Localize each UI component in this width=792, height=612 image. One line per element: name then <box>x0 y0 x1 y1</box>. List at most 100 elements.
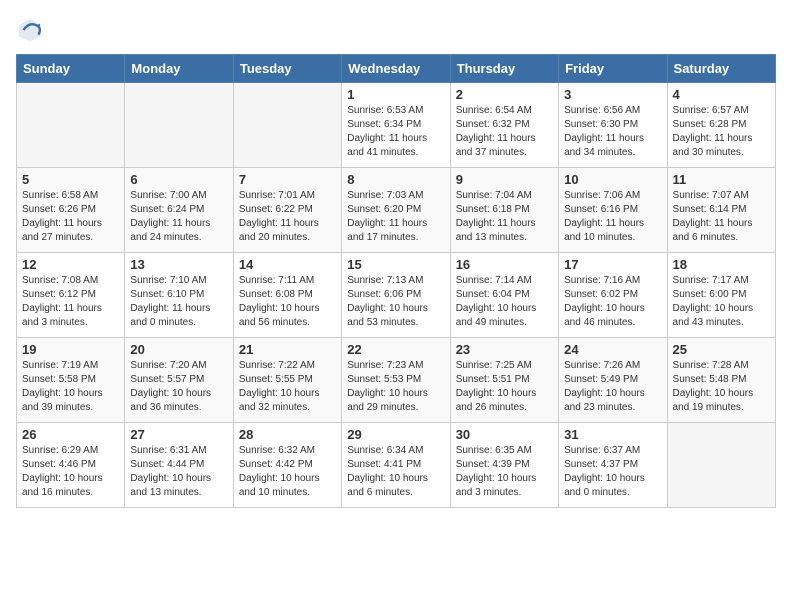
calendar-cell: 26 Sunrise: 6:29 AM Sunset: 4:46 PM Dayli… <box>17 423 125 508</box>
calendar-cell: 19 Sunrise: 7:19 AM Sunset: 5:58 PM Dayli… <box>17 338 125 423</box>
day-info: Sunrise: 7:25 AM Sunset: 5:51 PM Dayligh… <box>456 359 553 415</box>
day-number: 15 <box>347 257 444 272</box>
calendar-cell: 2 Sunrise: 6:54 AM Sunset: 6:32 PM Daylig… <box>450 83 558 168</box>
weekday-header: Friday <box>559 55 667 83</box>
day-number: 2 <box>456 87 553 102</box>
day-number: 26 <box>22 427 119 442</box>
calendar-cell: 5 Sunrise: 6:58 AM Sunset: 6:26 PM Daylig… <box>17 168 125 253</box>
weekday-header: Tuesday <box>233 55 341 83</box>
week-row: 26 Sunrise: 6:29 AM Sunset: 4:46 PM Dayli… <box>17 423 776 508</box>
day-info: Sunrise: 6:37 AM Sunset: 4:37 PM Dayligh… <box>564 444 661 500</box>
day-number: 28 <box>239 427 336 442</box>
day-info: Sunrise: 7:22 AM Sunset: 5:55 PM Dayligh… <box>239 359 336 415</box>
logo <box>16 16 48 44</box>
calendar-cell: 29 Sunrise: 6:34 AM Sunset: 4:41 PM Dayli… <box>342 423 450 508</box>
calendar-cell: 21 Sunrise: 7:22 AM Sunset: 5:55 PM Dayli… <box>233 338 341 423</box>
calendar-cell <box>17 83 125 168</box>
day-number: 11 <box>673 172 770 187</box>
calendar-cell <box>233 83 341 168</box>
day-number: 9 <box>456 172 553 187</box>
day-info: Sunrise: 6:31 AM Sunset: 4:44 PM Dayligh… <box>130 444 227 500</box>
calendar-cell: 17Sunrise: 7:16 AM Sunset: 6:02 PM Dayli… <box>559 253 667 338</box>
day-number: 7 <box>239 172 336 187</box>
day-info: Sunrise: 6:58 AM Sunset: 6:26 PM Dayligh… <box>22 189 119 245</box>
calendar-cell: 28 Sunrise: 6:32 AM Sunset: 4:42 PM Dayli… <box>233 423 341 508</box>
day-info: Sunrise: 6:32 AM Sunset: 4:42 PM Dayligh… <box>239 444 336 500</box>
page-header <box>16 16 776 44</box>
day-info: Sunrise: 7:19 AM Sunset: 5:58 PM Dayligh… <box>22 359 119 415</box>
weekday-header: Monday <box>125 55 233 83</box>
day-number: 23 <box>456 342 553 357</box>
day-info: Sunrise: 7:17 AM Sunset: 6:00 PM Dayligh… <box>673 274 770 330</box>
day-number: 25 <box>673 342 770 357</box>
day-number: 4 <box>673 87 770 102</box>
day-number: 13 <box>130 257 227 272</box>
day-info: Sunrise: 7:08 AM Sunset: 6:12 PM Dayligh… <box>22 274 119 330</box>
day-info: Sunrise: 7:10 AM Sunset: 6:10 PM Dayligh… <box>130 274 227 330</box>
day-number: 5 <box>22 172 119 187</box>
calendar-cell: 20 Sunrise: 7:20 AM Sunset: 5:57 PM Dayli… <box>125 338 233 423</box>
day-info: Sunrise: 7:07 AM Sunset: 6:14 PM Dayligh… <box>673 189 770 245</box>
day-info: Sunrise: 6:29 AM Sunset: 4:46 PM Dayligh… <box>22 444 119 500</box>
day-info: Sunrise: 7:04 AM Sunset: 6:18 PM Dayligh… <box>456 189 553 245</box>
calendar-cell: 9 Sunrise: 7:04 AM Sunset: 6:18 PM Daylig… <box>450 168 558 253</box>
calendar-table: SundayMondayTuesdayWednesdayThursdayFrid… <box>16 54 776 508</box>
logo-icon <box>16 16 44 44</box>
calendar-cell: 10 Sunrise: 7:06 AM Sunset: 6:16 PM Dayli… <box>559 168 667 253</box>
calendar-cell: 22Sunrise: 7:23 AM Sunset: 5:53 PM Dayli… <box>342 338 450 423</box>
calendar-cell: 31 Sunrise: 6:37 AM Sunset: 4:37 PM Dayli… <box>559 423 667 508</box>
day-info: Sunrise: 7:11 AM Sunset: 6:08 PM Dayligh… <box>239 274 336 330</box>
calendar-cell: 7 Sunrise: 7:01 AM Sunset: 6:22 PM Daylig… <box>233 168 341 253</box>
week-row: 1Sunrise: 6:53 AM Sunset: 6:34 PM Daylig… <box>17 83 776 168</box>
week-row: 19 Sunrise: 7:19 AM Sunset: 5:58 PM Dayli… <box>17 338 776 423</box>
day-info: Sunrise: 7:26 AM Sunset: 5:49 PM Dayligh… <box>564 359 661 415</box>
day-number: 31 <box>564 427 661 442</box>
day-info: Sunrise: 6:56 AM Sunset: 6:30 PM Dayligh… <box>564 104 661 160</box>
day-number: 20 <box>130 342 227 357</box>
calendar-cell: 25 Sunrise: 7:28 AM Sunset: 5:48 PM Dayli… <box>667 338 775 423</box>
day-number: 16 <box>456 257 553 272</box>
day-info: Sunrise: 7:06 AM Sunset: 6:16 PM Dayligh… <box>564 189 661 245</box>
day-info: Sunrise: 6:35 AM Sunset: 4:39 PM Dayligh… <box>456 444 553 500</box>
calendar-cell: 8 Sunrise: 7:03 AM Sunset: 6:20 PM Daylig… <box>342 168 450 253</box>
day-number: 18 <box>673 257 770 272</box>
calendar-cell: 6Sunrise: 7:00 AM Sunset: 6:24 PM Daylig… <box>125 168 233 253</box>
day-number: 21 <box>239 342 336 357</box>
week-row: 5 Sunrise: 6:58 AM Sunset: 6:26 PM Daylig… <box>17 168 776 253</box>
weekday-header: Sunday <box>17 55 125 83</box>
calendar-cell: 11 Sunrise: 7:07 AM Sunset: 6:14 PM Dayli… <box>667 168 775 253</box>
calendar-cell: 27Sunrise: 6:31 AM Sunset: 4:44 PM Dayli… <box>125 423 233 508</box>
day-info: Sunrise: 6:34 AM Sunset: 4:41 PM Dayligh… <box>347 444 444 500</box>
day-number: 29 <box>347 427 444 442</box>
calendar-cell: 1Sunrise: 6:53 AM Sunset: 6:34 PM Daylig… <box>342 83 450 168</box>
calendar-cell: 4Sunrise: 6:57 AM Sunset: 6:28 PM Daylig… <box>667 83 775 168</box>
day-number: 24 <box>564 342 661 357</box>
calendar-cell: 12Sunrise: 7:08 AM Sunset: 6:12 PM Dayli… <box>17 253 125 338</box>
day-number: 1 <box>347 87 444 102</box>
day-number: 30 <box>456 427 553 442</box>
day-info: Sunrise: 7:14 AM Sunset: 6:04 PM Dayligh… <box>456 274 553 330</box>
day-info: Sunrise: 7:01 AM Sunset: 6:22 PM Dayligh… <box>239 189 336 245</box>
weekday-header: Wednesday <box>342 55 450 83</box>
day-number: 3 <box>564 87 661 102</box>
day-info: Sunrise: 7:28 AM Sunset: 5:48 PM Dayligh… <box>673 359 770 415</box>
calendar-cell: 30 Sunrise: 6:35 AM Sunset: 4:39 PM Dayli… <box>450 423 558 508</box>
day-info: Sunrise: 7:20 AM Sunset: 5:57 PM Dayligh… <box>130 359 227 415</box>
calendar-cell: 3 Sunrise: 6:56 AM Sunset: 6:30 PM Daylig… <box>559 83 667 168</box>
week-row: 12Sunrise: 7:08 AM Sunset: 6:12 PM Dayli… <box>17 253 776 338</box>
day-info: Sunrise: 6:54 AM Sunset: 6:32 PM Dayligh… <box>456 104 553 160</box>
calendar-cell: 24 Sunrise: 7:26 AM Sunset: 5:49 PM Dayli… <box>559 338 667 423</box>
day-number: 19 <box>22 342 119 357</box>
day-info: Sunrise: 7:03 AM Sunset: 6:20 PM Dayligh… <box>347 189 444 245</box>
calendar-cell: 15Sunrise: 7:13 AM Sunset: 6:06 PM Dayli… <box>342 253 450 338</box>
day-info: Sunrise: 7:00 AM Sunset: 6:24 PM Dayligh… <box>130 189 227 245</box>
calendar-cell: 23 Sunrise: 7:25 AM Sunset: 5:51 PM Dayli… <box>450 338 558 423</box>
calendar-cell <box>125 83 233 168</box>
day-number: 22 <box>347 342 444 357</box>
day-number: 8 <box>347 172 444 187</box>
calendar-cell <box>667 423 775 508</box>
calendar-cell: 14Sunrise: 7:11 AM Sunset: 6:08 PM Dayli… <box>233 253 341 338</box>
day-info: Sunrise: 7:16 AM Sunset: 6:02 PM Dayligh… <box>564 274 661 330</box>
weekday-header: Thursday <box>450 55 558 83</box>
day-number: 10 <box>564 172 661 187</box>
